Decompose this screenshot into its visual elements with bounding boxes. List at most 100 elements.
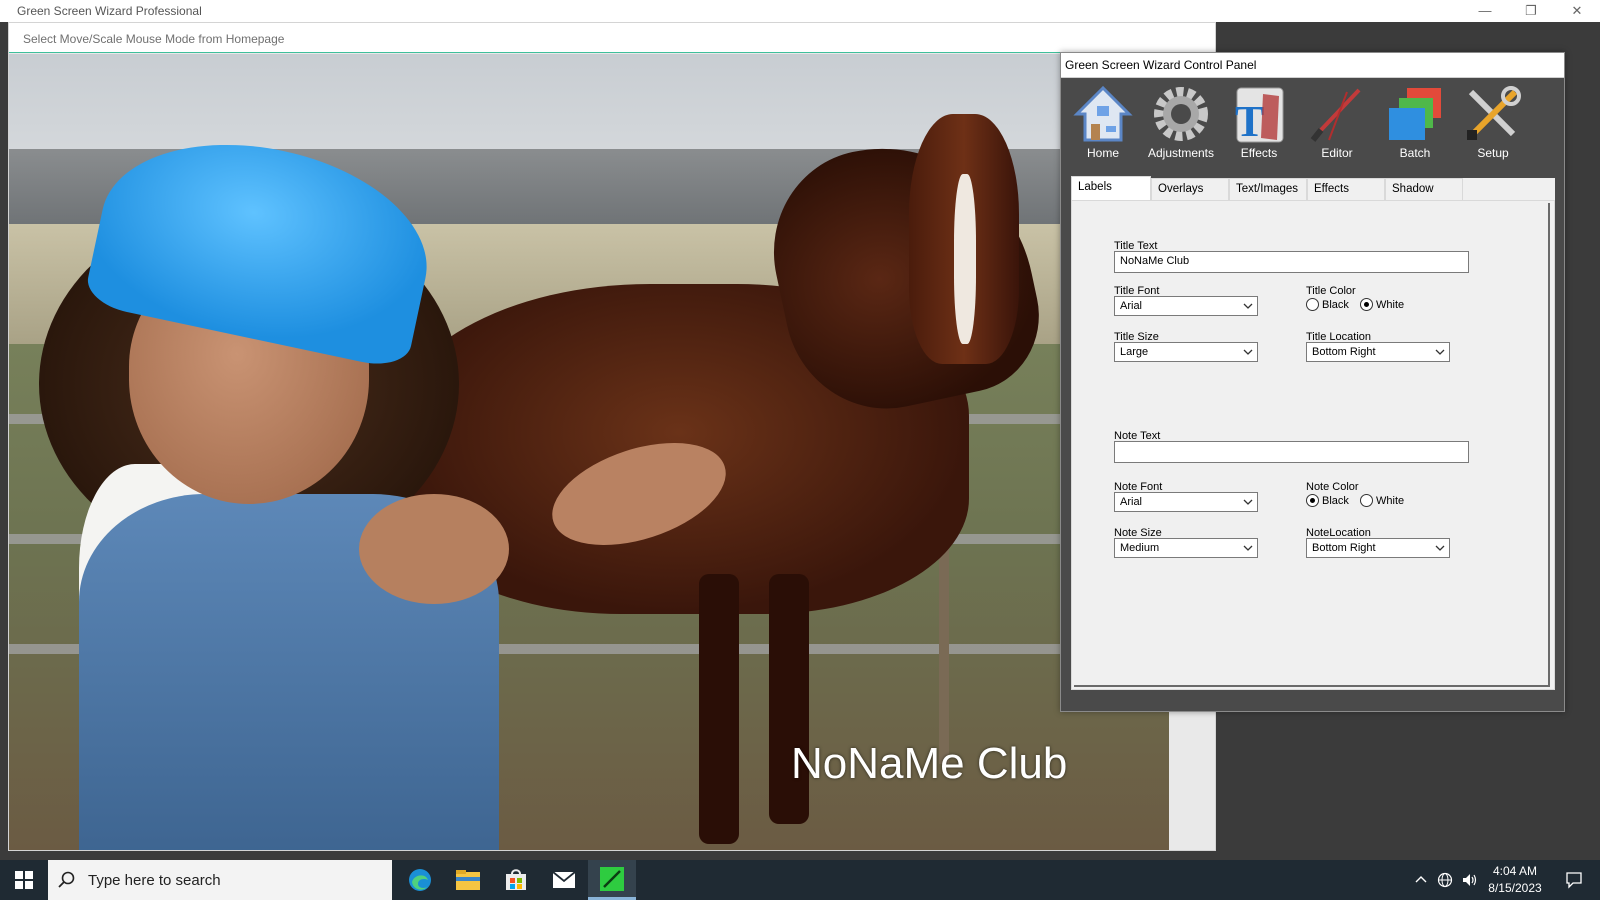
tab-effects[interactable]: Effects xyxy=(1307,178,1385,200)
note-location-value: Bottom Right xyxy=(1312,542,1376,554)
taskbar-clock[interactable]: 4:04 AM 8/15/2023 xyxy=(1475,863,1555,897)
scene-girl-hand xyxy=(359,494,509,604)
taskbar-file-explorer-button[interactable] xyxy=(444,860,492,900)
note-color-white-radio[interactable]: White xyxy=(1360,494,1404,507)
radio-label: White xyxy=(1376,298,1405,311)
svg-text:T: T xyxy=(1235,97,1264,144)
radio-unchecked xyxy=(1360,494,1373,507)
start-button[interactable] xyxy=(0,860,48,900)
chevron-down-icon xyxy=(1435,545,1445,551)
note-font-value: Arial xyxy=(1120,496,1143,508)
title-color-label: Title Color xyxy=(1306,285,1356,297)
toolbar-label: Setup xyxy=(1477,146,1509,160)
radio-unchecked xyxy=(1306,298,1319,311)
toolbar-adjustments-button[interactable]: Adjustments xyxy=(1145,84,1217,168)
chevron-down-icon xyxy=(1435,349,1445,355)
layers-icon xyxy=(1385,84,1445,144)
tools-icon xyxy=(1463,84,1523,144)
globe-icon xyxy=(1437,872,1453,888)
toolbar-effects-button[interactable]: T Effects xyxy=(1223,84,1295,168)
photo-preview[interactable]: NoNaMe Club xyxy=(9,54,1169,850)
notification-icon xyxy=(1566,872,1582,889)
taskbar: Type here to search 4:04 AM 8/15/2023 xyxy=(0,860,1600,900)
chevron-down-icon xyxy=(1243,499,1253,505)
title-size-select[interactable]: Large xyxy=(1114,342,1258,362)
taskbar-mail-button[interactable] xyxy=(540,860,588,900)
tab-text-images[interactable]: Text/Images xyxy=(1229,178,1307,200)
note-location-select[interactable]: Bottom Right xyxy=(1306,538,1450,558)
taskbar-store-button[interactable] xyxy=(492,860,540,900)
brush-icon xyxy=(1307,84,1367,144)
toolbar-editor-button[interactable]: Editor xyxy=(1301,84,1373,168)
app-title: Green Screen Wizard Professional xyxy=(17,4,202,18)
title-size-value: Large xyxy=(1120,346,1149,358)
close-button[interactable]: ✕ xyxy=(1554,0,1600,22)
note-size-value: Medium xyxy=(1120,542,1160,554)
store-icon xyxy=(506,869,526,890)
restore-button[interactable]: ❐ xyxy=(1508,0,1554,22)
search-placeholder: Type here to search xyxy=(88,871,221,889)
tray-chevron-up-button[interactable] xyxy=(1410,860,1432,900)
control-panel: Green Screen Wizard Control Panel Home A… xyxy=(1060,52,1565,712)
taskbar-search-box[interactable]: Type here to search xyxy=(48,860,392,900)
clock-time: 4:04 AM xyxy=(1492,864,1538,878)
title-text-input[interactable]: NoNaMe Club xyxy=(1114,251,1469,273)
title-font-select[interactable]: Arial xyxy=(1114,296,1258,316)
search-icon xyxy=(58,871,75,888)
radio-label: Black xyxy=(1322,298,1349,311)
edge-icon xyxy=(409,869,431,891)
note-size-select[interactable]: Medium xyxy=(1114,538,1258,558)
title-color-black-radio[interactable]: Black xyxy=(1306,298,1349,311)
green-screen-wizard-icon xyxy=(600,866,624,891)
tab-shadow[interactable]: Shadow xyxy=(1385,178,1463,200)
windows-icon xyxy=(15,871,33,889)
toolbar-home-button[interactable]: Home xyxy=(1067,84,1139,168)
toolbar-setup-button[interactable]: Setup xyxy=(1457,84,1529,168)
minimize-button[interactable]: — xyxy=(1462,0,1508,22)
tray-network-button[interactable] xyxy=(1434,860,1456,900)
chevron-up-icon xyxy=(1415,876,1427,883)
hint-text: Select Move/Scale Mouse Mode from Homepa… xyxy=(23,32,285,46)
radio-label: White xyxy=(1376,494,1405,507)
app-titlebar: Green Screen Wizard Professional — ❐ ✕ xyxy=(0,0,1600,22)
toolbar-label: Adjustments xyxy=(1147,146,1215,160)
toolbar-label: Home xyxy=(1086,146,1119,160)
text-effects-icon: T xyxy=(1229,84,1289,146)
note-color-label: Note Color xyxy=(1306,481,1359,493)
overlay-title-text: NoNaMe Club xyxy=(791,739,1068,788)
chevron-down-icon xyxy=(1243,303,1253,309)
gear-icon xyxy=(1151,84,1211,144)
tab-labels[interactable]: Labels xyxy=(1071,176,1151,200)
note-font-select[interactable]: Arial xyxy=(1114,492,1258,512)
taskbar-green-screen-wizard-button[interactable] xyxy=(588,860,636,900)
file-explorer-icon xyxy=(456,870,480,890)
tab-overlays[interactable]: Overlays xyxy=(1151,178,1229,200)
panel-titlebar[interactable]: Green Screen Wizard Control Panel xyxy=(1061,53,1564,78)
hint-bar: Select Move/Scale Mouse Mode from Homepa… xyxy=(9,23,1215,53)
title-location-select[interactable]: Bottom Right xyxy=(1306,342,1450,362)
chevron-down-icon xyxy=(1243,545,1253,551)
panel-toolbar: Home Adjustments T Effects Editor Batch … xyxy=(1061,78,1564,171)
clock-date: 8/15/2023 xyxy=(1488,881,1542,895)
panel-body: Labels Overlays Text/Images Effects Shad… xyxy=(1061,171,1564,711)
toolbar-batch-button[interactable]: Batch xyxy=(1379,84,1451,168)
title-location-value: Bottom Right xyxy=(1312,346,1376,358)
title-color-white-radio[interactable]: White xyxy=(1360,298,1404,311)
action-center-button[interactable] xyxy=(1556,860,1592,900)
home-icon xyxy=(1073,84,1133,144)
tab-strip: Labels Overlays Text/Images Effects Shad… xyxy=(1071,176,1555,200)
toolbar-label: Editor xyxy=(1321,146,1353,160)
note-color-black-radio[interactable]: Black xyxy=(1306,494,1349,507)
taskbar-edge-button[interactable] xyxy=(396,860,444,900)
toolbar-label: Batch xyxy=(1399,146,1431,160)
canvas-frame: Select Move/Scale Mouse Mode from Homepa… xyxy=(8,22,1216,851)
labels-form: Title Text NoNaMe Club Title Font Arial … xyxy=(1074,203,1550,687)
panel-title: Green Screen Wizard Control Panel xyxy=(1065,58,1257,72)
scene-horse-blaze xyxy=(954,174,976,344)
chevron-down-icon xyxy=(1243,349,1253,355)
scene-horse-leg xyxy=(699,574,739,844)
labels-tab-content: Title Text NoNaMe Club Title Font Arial … xyxy=(1071,200,1555,690)
note-text-input[interactable] xyxy=(1114,441,1469,463)
radio-checked xyxy=(1360,298,1373,311)
radio-checked xyxy=(1306,494,1319,507)
